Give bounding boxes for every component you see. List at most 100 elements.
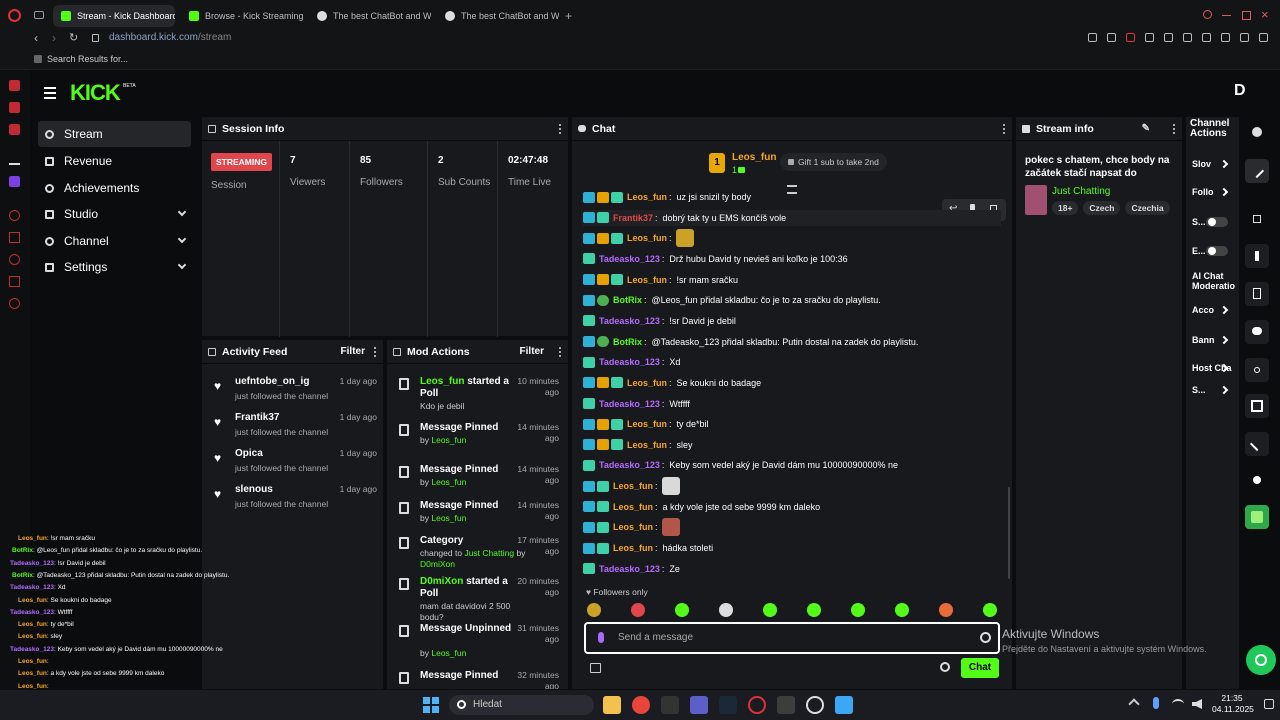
quick-emote-icon[interactable] — [587, 603, 601, 617]
chat-username[interactable]: Leos_fun — [627, 419, 667, 429]
quick-emote-icon[interactable] — [807, 603, 821, 617]
chat-username[interactable]: Leos_fun — [627, 440, 667, 450]
favorites-icon[interactable] — [1183, 33, 1192, 42]
youtube-icon[interactable] — [9, 124, 20, 135]
chat-username[interactable]: Tadeasko_123 — [599, 564, 660, 574]
chat-username[interactable]: Tadeasko_123 — [599, 460, 660, 470]
activity-menu-icon[interactable] — [373, 347, 377, 358]
settings-icon[interactable] — [9, 298, 20, 309]
chat-username[interactable]: BotRix — [613, 295, 642, 305]
chat-username[interactable]: Leos_fun — [627, 378, 667, 388]
notifications-icon[interactable] — [1264, 699, 1274, 709]
chat-message[interactable]: Tadeasko_123: Ze — [583, 561, 680, 577]
chat-username[interactable]: Leos_fun — [613, 543, 653, 553]
mod-target-user[interactable]: Leos_fun — [431, 435, 466, 445]
quick-emote-icon[interactable] — [631, 603, 645, 617]
chat-username[interactable]: Leos_fun — [613, 502, 653, 512]
chat-username[interactable]: Frantik37 — [613, 213, 653, 223]
move-handle-icon[interactable] — [393, 347, 401, 356]
sidebar-item-stream[interactable]: Stream — [38, 121, 191, 147]
quick-emote-icon[interactable] — [763, 603, 777, 617]
screen-capture-icon[interactable] — [1245, 207, 1269, 231]
follower-name[interactable]: uefntobe_on_ig — [235, 376, 309, 387]
channel-action-item[interactable]: Acco — [1192, 305, 1239, 319]
toggle-switch[interactable] — [1206, 246, 1228, 256]
mod-actor[interactable]: Leos_fun — [420, 376, 464, 387]
quick-emote-icon[interactable] — [939, 603, 953, 617]
move-handle-icon[interactable] — [208, 124, 216, 133]
player-icon[interactable] — [9, 210, 20, 221]
chrome-icon[interactable] — [632, 696, 650, 714]
mod-menu-icon[interactable] — [558, 347, 562, 358]
follower-name[interactable]: Frantik37 — [235, 412, 279, 423]
taskbar-search[interactable]: Hledat — [449, 695, 594, 715]
follower-name[interactable]: slenous — [235, 484, 273, 495]
back-icon[interactable]: ‹ — [34, 31, 38, 45]
chat-username[interactable]: Tadeasko_123 — [599, 316, 660, 326]
channel-action-item[interactable]: S... — [1192, 385, 1239, 399]
session-menu-icon[interactable] — [558, 124, 562, 135]
chat-message[interactable]: Frantik37: dobrý tak ty u EMS končíš vole — [583, 209, 1001, 226]
taskbar-clock[interactable]: 21:35 04.11.2025 — [1212, 693, 1254, 715]
teams-icon[interactable] — [690, 696, 708, 714]
download-icon[interactable] — [1240, 33, 1249, 42]
chat-username[interactable]: Leos_fun — [613, 481, 653, 491]
messenger-icon[interactable] — [9, 102, 20, 113]
chat-message[interactable]: Leos_fun: hádka stoleti — [583, 540, 713, 556]
hamburger-menu-icon[interactable] — [44, 87, 56, 99]
chat-username[interactable]: Leos_fun — [627, 275, 667, 285]
info-icon[interactable] — [1252, 127, 1262, 137]
tab-menu-icon[interactable] — [34, 11, 44, 19]
share-icon[interactable] — [1221, 33, 1230, 42]
quick-emote-icon[interactable] — [983, 603, 997, 617]
shield-icon[interactable] — [1126, 33, 1135, 42]
mod-by-user[interactable]: D0miXon — [420, 559, 455, 569]
category-thumbnail[interactable] — [1025, 185, 1047, 215]
reload-icon[interactable]: ↻ — [69, 31, 78, 44]
sidebar-item-settings[interactable]: Settings — [38, 254, 191, 280]
send-chat-button[interactable]: Chat — [961, 658, 999, 678]
microphone-tray-icon[interactable] — [1153, 697, 1159, 709]
sidebar-item-studio[interactable]: Studio — [38, 201, 191, 227]
browser-tab[interactable]: Stream - Kick Dashboard — [53, 5, 175, 27]
chat-message[interactable]: BotRix: @Tadeasko_123 přidal skladbu: Put… — [583, 334, 918, 350]
chat-message[interactable]: Tadeasko_123: !sr David je debil — [583, 313, 736, 329]
maximize-icon[interactable] — [1242, 11, 1251, 20]
history-icon[interactable] — [9, 254, 20, 265]
chat-username[interactable]: Leos_fun — [627, 192, 667, 202]
file-explorer-icon[interactable] — [603, 696, 621, 714]
flash-icon[interactable] — [1245, 244, 1269, 268]
app-icon-3[interactable] — [835, 696, 853, 714]
chat-username[interactable]: Tadeasko_123 — [599, 357, 660, 367]
follower-name[interactable]: Opica — [235, 448, 263, 459]
stream-tag[interactable]: Czechia — [1125, 201, 1170, 215]
sidebar-item-achievements[interactable]: Achievements — [38, 175, 191, 201]
mic-icon[interactable] — [598, 632, 604, 643]
twitch-icon[interactable] — [9, 176, 20, 187]
toggle-switch[interactable] — [1206, 217, 1228, 227]
top-gifter-name[interactable]: Leos_fun — [732, 152, 776, 163]
menu-icon[interactable] — [1259, 33, 1268, 42]
chat-message[interactable]: Leos_fun: — [583, 518, 680, 537]
sidebar-item-channel[interactable]: Channel — [38, 228, 191, 254]
gift-store-icon[interactable] — [590, 663, 601, 673]
quick-emote-icon[interactable] — [895, 603, 909, 617]
chevron-down-icon[interactable] — [177, 260, 187, 270]
windows-start-icon[interactable] — [423, 697, 439, 713]
chat-menu-icon[interactable] — [1002, 124, 1006, 135]
chat-username[interactable]: BotRix — [613, 337, 642, 347]
collapse-icon[interactable] — [787, 185, 797, 194]
broadcast-icon[interactable] — [1245, 358, 1269, 382]
play-icon[interactable] — [1164, 33, 1173, 42]
mod-target-user[interactable]: Just Chatting — [464, 548, 514, 558]
chat-scrollbar[interactable] — [1008, 487, 1010, 579]
opera-taskbar-icon[interactable] — [748, 696, 766, 714]
epic-games-icon[interactable] — [661, 696, 679, 714]
chat-message[interactable]: Leos_fun: uz jsi snizil ty body — [583, 189, 751, 205]
shapes-icon[interactable] — [1245, 468, 1269, 492]
chevron-down-icon[interactable] — [177, 207, 187, 217]
channel-action-item[interactable]: S... — [1192, 217, 1239, 231]
channel-action-item[interactable]: Bann — [1192, 335, 1239, 349]
snapshot-icon[interactable] — [1107, 33, 1116, 42]
chat-message[interactable]: Tadeasko_123: Drž hubu David ty nevieš an… — [583, 251, 848, 267]
